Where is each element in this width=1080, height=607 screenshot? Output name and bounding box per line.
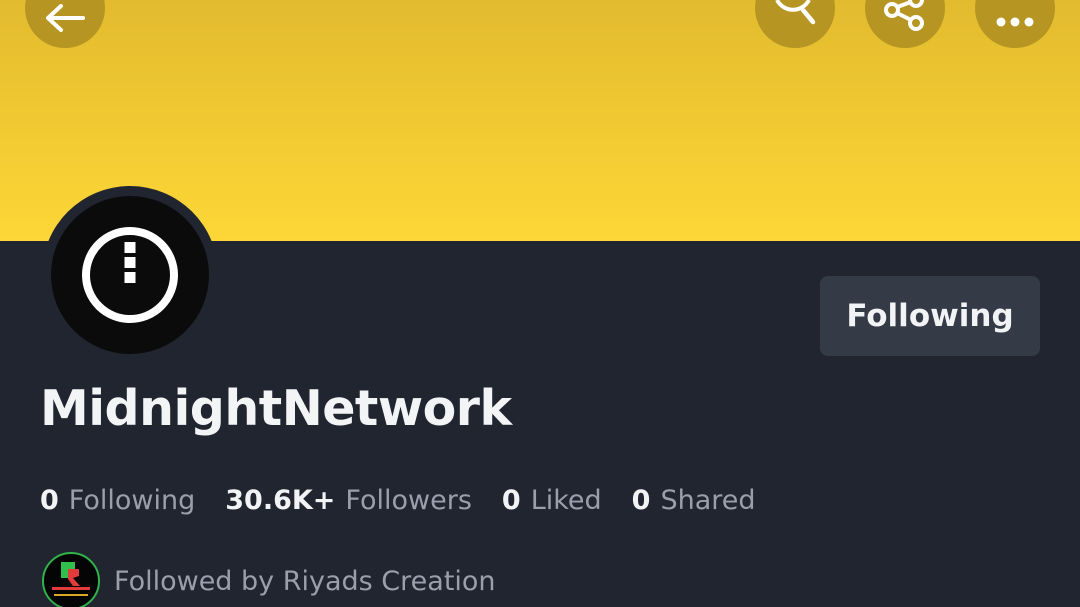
share-icon [884,0,924,31]
stat-following-count: 0 [40,484,59,516]
search-icon [775,0,816,25]
profile-username: MidnightNetwork [40,380,512,437]
followed-by-text: Followed by Riyads Creation [114,565,496,597]
profile-screen: Following MidnightNetwork 0 Following 30… [0,0,1080,607]
stat-liked[interactable]: 0 Liked [502,485,602,516]
stat-followers[interactable]: 30.6K+ Followers [225,485,472,516]
stat-liked-count: 0 [501,484,521,516]
stat-following[interactable]: 0 Following [40,485,195,516]
arrow-left-icon [46,4,85,32]
stat-liked-label: Liked [530,484,602,516]
stat-following-label: Following [68,484,196,516]
more-horizontal-icon [996,17,1034,27]
stat-followers-count: 30.6K+ [225,484,336,516]
following-button[interactable]: Following [820,276,1040,356]
riyads-creation-logo [52,562,90,596]
profile-stats: 0 Following 30.6K+ Followers 0 Liked 0 S… [40,482,786,518]
riyads-creation-avatar [42,552,100,607]
followed-by-row[interactable]: Followed by Riyads Creation [42,552,496,607]
info-circle-icon [82,227,178,323]
avatar[interactable] [51,196,209,354]
stat-followers-label: Followers [345,484,472,516]
stat-shared[interactable]: 0 Shared [632,485,756,516]
stat-shared-count: 0 [631,484,651,516]
stat-shared-label: Shared [660,484,756,516]
